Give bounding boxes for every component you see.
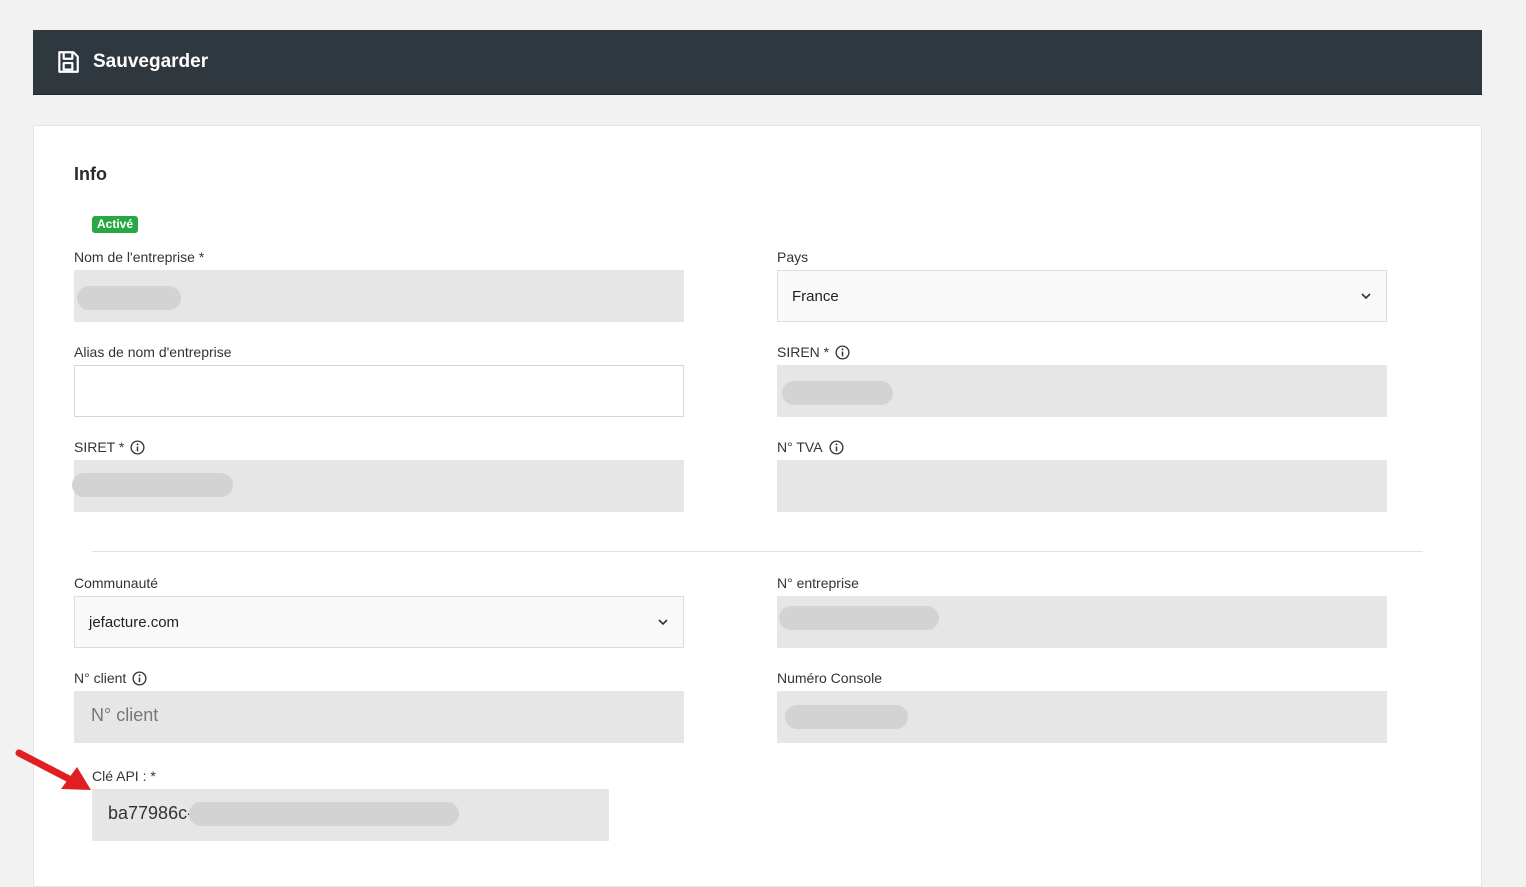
console-number-field: Numéro Console	[777, 668, 1387, 743]
siret-input[interactable]	[72, 460, 684, 512]
community-value: jefacture.com	[89, 613, 180, 631]
company-number-label: N° entreprise	[777, 575, 859, 591]
client-number-input[interactable]: N° client	[74, 691, 684, 743]
console-number-input[interactable]	[777, 691, 1387, 743]
vat-label-row: N° TVA	[777, 437, 1387, 457]
company-name-input[interactable]	[74, 270, 684, 322]
top-toolbar: Sauvegarder	[33, 30, 1482, 95]
siret-field: SIRET *	[72, 437, 684, 512]
client-number-label: N° client	[74, 670, 127, 686]
siren-label: SIREN *	[777, 344, 830, 360]
siret-label: SIRET *	[74, 439, 125, 455]
annotation-arrow-icon	[15, 749, 91, 790]
redacted-value	[189, 802, 459, 826]
siren-field: SIREN *	[777, 342, 1387, 417]
redacted-value	[785, 705, 908, 729]
company-alias-label: Alias de nom d'entreprise	[74, 344, 232, 360]
company-number-field: N° entreprise	[777, 573, 1387, 648]
vat-input[interactable]	[777, 460, 1387, 512]
company-number-input[interactable]	[777, 596, 1387, 648]
save-button-label: Sauvegarder	[93, 51, 209, 72]
siren-label-row: SIREN *	[777, 342, 1387, 362]
community-field: Communauté jefacture.com	[74, 573, 684, 648]
chevron-down-icon	[658, 619, 668, 626]
company-alias-field: Alias de nom d'entreprise	[74, 342, 684, 417]
client-number-label-row: N° client	[74, 668, 684, 688]
client-number-field: N° client N° client	[74, 668, 684, 743]
country-field: Pays France	[777, 247, 1387, 322]
redacted-value	[72, 473, 233, 497]
info-card: Info Activé Nom de l'entreprise * Pays F…	[33, 125, 1482, 887]
info-icon[interactable]	[835, 344, 850, 360]
siret-label-row: SIRET *	[74, 437, 684, 457]
community-select[interactable]: jefacture.com	[74, 596, 684, 648]
api-key-field: Clé API : * ba77986c-	[92, 766, 609, 841]
chevron-down-icon	[1361, 293, 1371, 300]
api-key-input[interactable]: ba77986c-	[92, 789, 609, 841]
country-value: France	[792, 287, 839, 305]
siren-input[interactable]	[777, 365, 1387, 417]
country-select[interactable]: France	[777, 270, 1387, 322]
redacted-value	[779, 606, 939, 630]
redacted-value	[77, 286, 181, 310]
vat-field: N° TVA	[777, 437, 1387, 512]
save-button[interactable]: Sauvegarder	[55, 49, 208, 75]
country-label: Pays	[777, 249, 809, 265]
vat-label: N° TVA	[777, 439, 823, 455]
info-icon[interactable]	[130, 439, 145, 455]
floppy-disk-icon	[58, 51, 79, 73]
redacted-value	[782, 381, 893, 405]
status-badge: Activé	[92, 216, 139, 233]
company-alias-input[interactable]	[74, 365, 684, 417]
api-key-value: ba77986c-	[108, 803, 194, 823]
company-name-field: Nom de l'entreprise *	[74, 247, 684, 322]
info-icon[interactable]	[829, 439, 844, 455]
community-label: Communauté	[74, 575, 159, 591]
info-icon[interactable]	[132, 670, 147, 686]
section-divider	[92, 551, 1423, 552]
api-key-label: Clé API : *	[92, 768, 156, 784]
section-title: Info	[74, 164, 107, 184]
company-name-label: Nom de l'entreprise *	[74, 249, 205, 265]
client-number-placeholder: N° client	[91, 705, 159, 725]
console-number-label: Numéro Console	[777, 670, 883, 686]
